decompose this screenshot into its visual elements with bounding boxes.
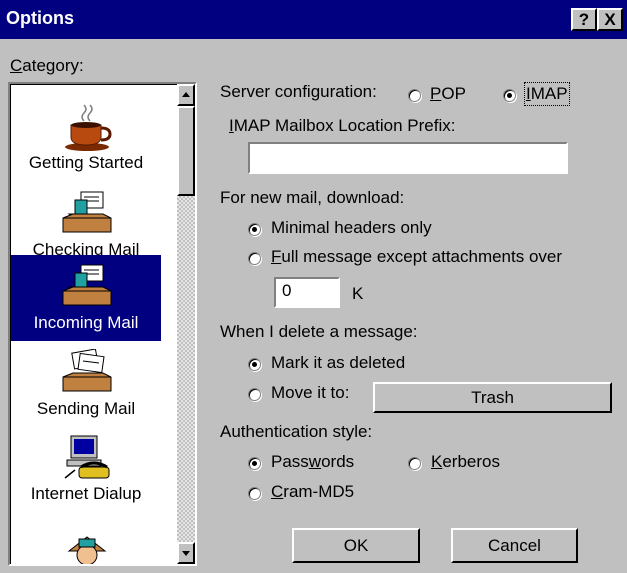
category-label: Category: <box>10 56 84 75</box>
kerberos-radio[interactable] <box>408 457 421 470</box>
move-to-label[interactable]: Move it to: <box>271 383 349 403</box>
computer-phone-icon <box>64 435 110 479</box>
auth-label: Authentication style: <box>220 422 373 441</box>
category-item-getting-started[interactable]: Getting Started <box>11 95 161 181</box>
category-item-label: Getting Started <box>28 153 144 172</box>
category-item-label: Sending Mail <box>36 399 136 418</box>
category-item-partial[interactable] <box>11 513 161 564</box>
trash-folder-button[interactable]: Trash <box>373 382 612 413</box>
scroll-up-button[interactable] <box>177 84 195 106</box>
address-book-icon <box>67 536 107 564</box>
mark-deleted-radio[interactable] <box>248 358 261 371</box>
close-button[interactable]: X <box>597 8 623 31</box>
help-button[interactable]: ? <box>571 8 597 31</box>
cancel-button[interactable]: Cancel <box>451 528 578 563</box>
options-dialog: Options ? X Category: Getting Started Ch… <box>0 0 627 573</box>
passwords-radio[interactable] <box>248 457 261 470</box>
category-list[interactable]: Getting Started Checking Mail Incoming M… <box>8 82 197 566</box>
delete-label: When I delete a message: <box>220 322 418 341</box>
coffee-cup-icon <box>65 104 112 151</box>
mark-deleted-label[interactable]: Mark it as deleted <box>271 353 405 373</box>
outbox-tray-icon <box>62 349 112 392</box>
passwords-label[interactable]: Passwords <box>271 452 354 472</box>
minimal-headers-radio[interactable] <box>248 223 261 236</box>
minimal-headers-label[interactable]: Minimal headers only <box>271 218 432 238</box>
window-title: Options <box>6 8 74 28</box>
kerberos-label[interactable]: Kerberos <box>431 452 500 472</box>
download-label: For new mail, download: <box>220 188 405 207</box>
inbox-tray-icon <box>62 264 112 306</box>
category-item-label: Incoming Mail <box>33 313 139 332</box>
full-message-radio[interactable] <box>248 252 261 265</box>
cram-md5-radio[interactable] <box>248 487 261 500</box>
category-scrollbar[interactable] <box>177 84 195 564</box>
scroll-thumb[interactable] <box>177 106 195 196</box>
category-item-label: Internet Dialup <box>30 484 142 503</box>
category-item-incoming-mail[interactable]: Incoming Mail <box>11 255 161 341</box>
pop-radio[interactable] <box>408 89 421 102</box>
cram-md5-label[interactable]: Cram-MD5 <box>271 482 354 502</box>
attachment-size-input[interactable]: 0 <box>274 277 340 308</box>
category-item-internet-dialup[interactable]: Internet Dialup <box>11 426 161 512</box>
arrow-down-icon <box>182 551 190 556</box>
imap-prefix-label: IMAP Mailbox Location Prefix: <box>229 116 456 135</box>
category-item-sending-mail[interactable]: Sending Mail <box>11 341 161 427</box>
move-to-radio[interactable] <box>248 388 261 401</box>
pop-radio-label[interactable]: POP <box>430 84 466 104</box>
imap-radio[interactable] <box>503 89 516 102</box>
category-list-items: Getting Started Checking Mail Incoming M… <box>10 84 177 564</box>
attachment-size-unit: K <box>352 284 364 303</box>
scroll-down-button[interactable] <box>177 542 195 564</box>
server-config-label: Server configuration: <box>220 82 377 101</box>
full-message-label[interactable]: Full message except attachments over <box>271 247 562 267</box>
imap-prefix-input[interactable] <box>248 142 568 174</box>
arrow-up-icon <box>182 92 190 97</box>
title-bar[interactable]: Options ? X <box>0 0 627 39</box>
inbox-tray-icon <box>62 191 112 233</box>
imap-radio-label[interactable]: IMAP <box>524 82 570 106</box>
ok-button[interactable]: OK <box>292 528 420 563</box>
